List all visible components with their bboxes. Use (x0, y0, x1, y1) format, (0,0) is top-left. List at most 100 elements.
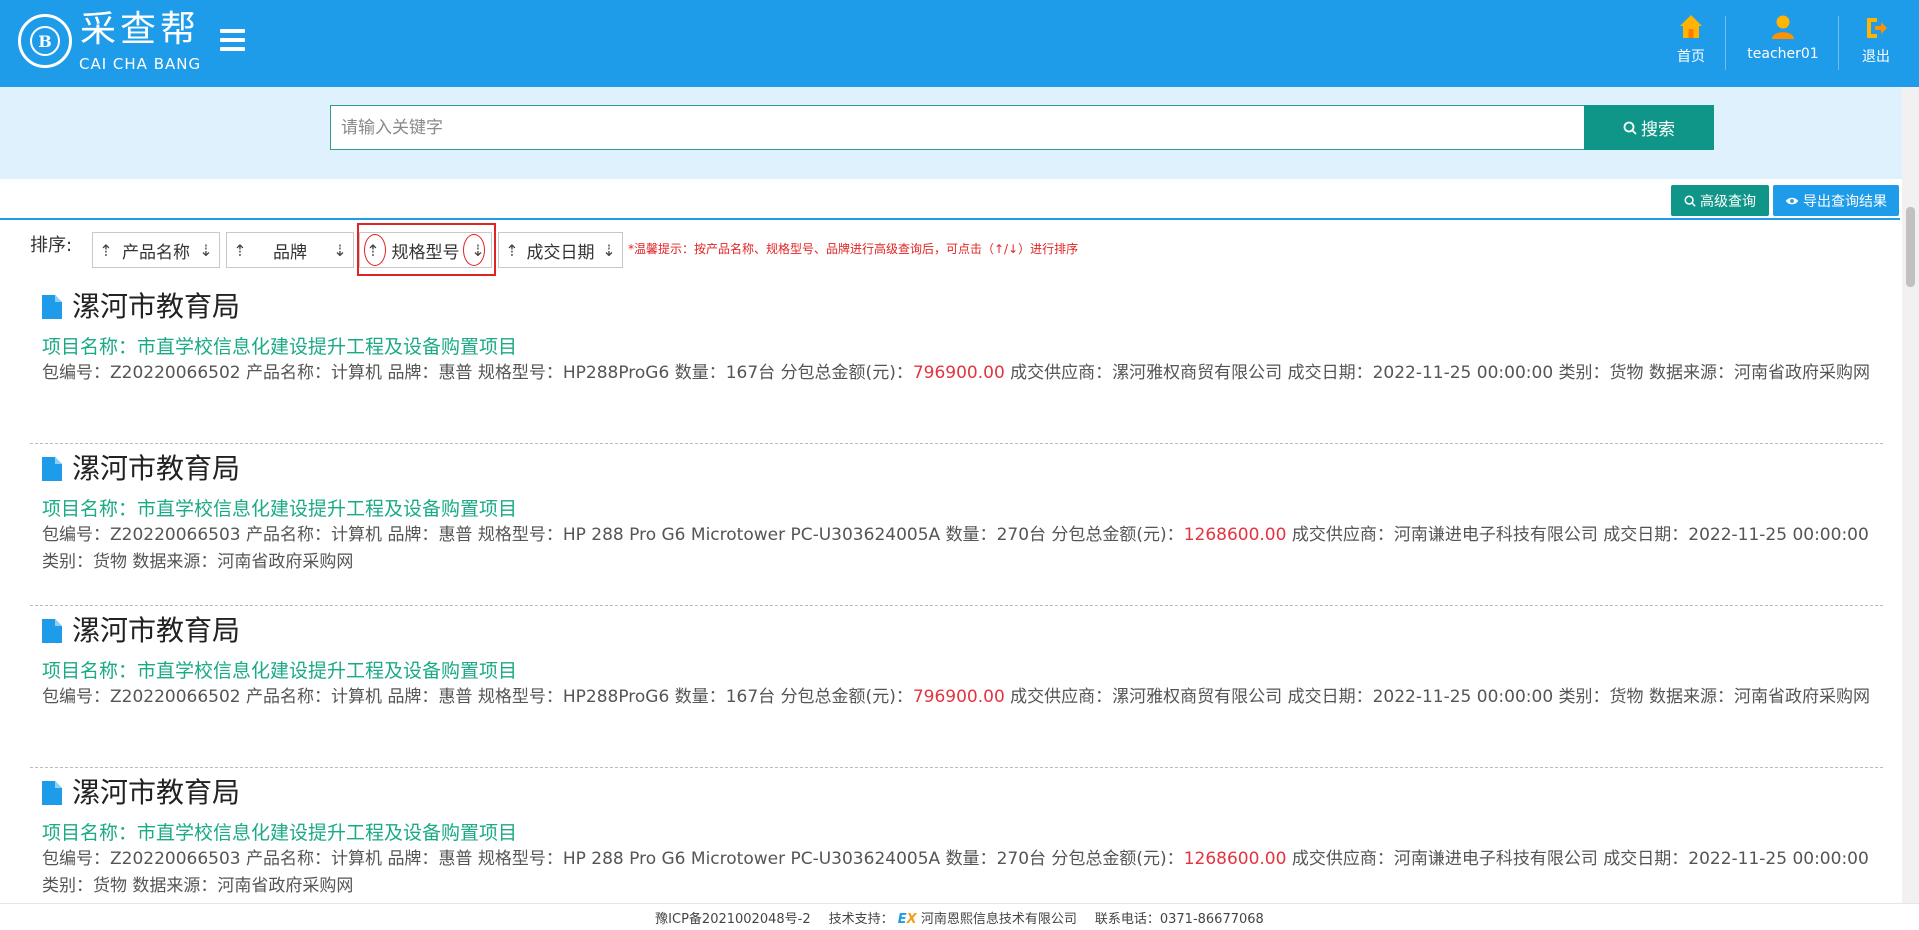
model-label: 规格型号： (477, 525, 563, 545)
product-name: 计算机 (331, 849, 383, 869)
package-no: Z20220066503 (110, 525, 241, 545)
result-item[interactable]: 漯河市教育局 项目名称：市直学校信息化建设提升工程及设备购置项目 包编号：Z2022… (30, 444, 1883, 606)
scrollbar-thumb[interactable] (1906, 207, 1915, 287)
quantity-label: 数量： (945, 849, 997, 869)
sort-asc-arrow-icon[interactable]: ⇡ (366, 241, 380, 260)
search-button-label: 搜索 (1641, 120, 1675, 139)
sort-desc-arrow-icon[interactable]: ⇣ (602, 241, 616, 260)
phone-label: 联系电话： (1094, 911, 1160, 927)
search-input[interactable] (330, 105, 1585, 150)
result-title[interactable]: 漯河市教育局 (42, 774, 1873, 812)
search-button[interactable]: 搜索 (1584, 105, 1714, 150)
result-item[interactable]: 漯河市教育局项目名称：市直学校信息化建设提升工程及设备购置项目 包编号：Z2022… (30, 282, 1883, 444)
project-name: 市直学校信息化建设提升工程及设备购置项目 (137, 336, 518, 358)
logout-icon (1867, 18, 1887, 38)
sort-field-label: 规格型号 (391, 242, 460, 263)
product-label: 产品名称： (246, 687, 332, 707)
source-label: 数据来源： (1648, 687, 1734, 707)
sort-asc-arrow-icon[interactable]: ⇡ (505, 241, 519, 260)
result-title[interactable]: 漯河市教育局 (42, 450, 1873, 488)
result-details: 包编号：Z20220066503 产品名称：计算机 品牌：惠普 规格型号：HP … (42, 522, 1873, 576)
supplier-name: 漯河雅权商贸有限公司 (1112, 363, 1283, 383)
project-line[interactable]: 项目名称：市直学校信息化建设提升工程及设备购置项目 (42, 820, 1873, 846)
company-logo-x: X (906, 911, 917, 927)
category-value: 货物 (1609, 363, 1644, 383)
brand-label: 品牌： (387, 687, 439, 707)
nav-logout-label: 退出 (1862, 49, 1890, 65)
amount-label: 分包总金额(元)： (1051, 849, 1184, 869)
document-icon (42, 781, 62, 805)
source-label: 数据来源： (132, 876, 218, 896)
amount-label: 分包总金额(元)： (780, 363, 913, 383)
sort-desc-arrow-icon[interactable]: ⇣ (333, 241, 347, 260)
supplier-label: 成交供应商： (1010, 687, 1113, 707)
package-no-label: 包编号： (42, 525, 110, 545)
sort-desc-arrow-icon[interactable]: ⇣ (471, 241, 485, 260)
icp-number[interactable]: 豫ICP备2021002048号-2 (655, 908, 810, 927)
sort-asc-arrow-icon[interactable]: ⇡ (233, 241, 247, 260)
amount-value: 1268600.00 (1183, 849, 1287, 869)
tech-support: 技术支持： EX 河南恩熙信息技术有限公司 (829, 908, 1077, 927)
sort-asc-arrow-icon[interactable]: ⇡ (99, 241, 113, 260)
quantity-label: 数量： (674, 687, 726, 707)
nav-home[interactable]: 首页 (1668, 14, 1714, 72)
home-icon (1680, 15, 1702, 38)
data-source: 河南省政府采购网 (217, 552, 354, 572)
project-name: 市直学校信息化建设提升工程及设备购置项目 (137, 498, 518, 520)
company-logo-e: E (897, 911, 907, 927)
product-name: 计算机 (331, 363, 383, 383)
project-line[interactable]: 项目名称：市直学校信息化建设提升工程及设备购置项目 (42, 334, 1873, 360)
quantity-value: 270台 (996, 849, 1047, 869)
brand-name: 惠普 (438, 525, 473, 545)
sort-product-name: ⇡ 产品名称 ⇣ (92, 232, 220, 268)
nav-user[interactable]: teacher01 (1738, 14, 1828, 72)
amount-label: 分包总金额(元)： (780, 687, 913, 707)
result-item[interactable]: 漯河市教育局 项目名称：市直学校信息化建设提升工程及设备购置项目 包编号：Z2022… (30, 606, 1883, 768)
result-title[interactable]: 漯河市教育局 (42, 612, 1873, 650)
nav-home-label: 首页 (1677, 49, 1705, 65)
nav-logout[interactable]: 退出 (1856, 14, 1896, 72)
results-list: 漯河市教育局 项目名称：市直学校信息化建设提升工程及设备购置项目 包编号：Z2022… (30, 282, 1883, 930)
project-label: 项目名称： (42, 498, 138, 520)
product-name: 计算机 (331, 525, 383, 545)
deal-date: 2022-11-25 00:00:00 (1688, 525, 1869, 545)
project-label: 项目名称： (42, 336, 138, 358)
category-label: 类别： (1558, 363, 1610, 383)
result-details: 包编号：Z20220066502 产品名称：计算机 品牌：惠普 规格型号：HP2… (42, 360, 1873, 387)
brand-name-en: CAI CHA BANG (79, 55, 202, 73)
project-label: 项目名称： (42, 822, 138, 844)
result-title[interactable]: 漯河市教育局 (42, 288, 1873, 326)
menu-toggle-icon[interactable] (220, 29, 245, 51)
tech-support-label: 技术支持： (828, 911, 894, 927)
supplier-label: 成交供应商： (1291, 849, 1394, 869)
advanced-search-button[interactable]: 高级查询 (1671, 185, 1769, 216)
data-source: 河南省政府采购网 (1733, 363, 1870, 383)
sort-tip: *温馨提示：按产品名称、规格型号、品牌进行高级查询后，可点击（↑/↓）进行排序 (628, 242, 1079, 256)
project-line[interactable]: 项目名称：市直学校信息化建设提升工程及设备购置项目 (42, 658, 1873, 684)
project-line[interactable]: 项目名称：市直学校信息化建设提升工程及设备购置项目 (42, 496, 1873, 522)
sort-desc-arrow-icon[interactable]: ⇣ (199, 241, 213, 260)
user-icon (1772, 15, 1794, 39)
model-label: 规格型号： (477, 687, 563, 707)
supplier-name: 漯河雅权商贸有限公司 (1112, 687, 1283, 707)
data-source: 河南省政府采购网 (217, 876, 354, 896)
supplier-name: 河南谦进电子科技有限公司 (1393, 525, 1598, 545)
date-label: 成交日期： (1287, 687, 1373, 707)
export-results-label: 导出查询结果 (1803, 192, 1887, 209)
project-name: 市直学校信息化建设提升工程及设备购置项目 (137, 660, 518, 682)
document-icon (42, 457, 62, 481)
brand-label: 品牌： (387, 849, 439, 869)
export-results-button[interactable]: 导出查询结果 (1773, 185, 1899, 216)
page-scrollbar[interactable] (1902, 87, 1919, 903)
document-icon (42, 295, 62, 319)
eye-icon (1785, 197, 1799, 204)
amount-label: 分包总金额(元)： (1051, 525, 1184, 545)
model-value: HP 288 Pro G6 Microtower PC-U303624005A (562, 525, 941, 545)
category-value: 货物 (93, 876, 127, 896)
date-label: 成交日期： (1603, 525, 1689, 545)
data-source: 河南省政府采购网 (1733, 687, 1870, 707)
category-label: 类别： (42, 876, 93, 896)
supplier-name: 河南谦进电子科技有限公司 (1393, 849, 1598, 869)
category-value: 货物 (1609, 687, 1644, 707)
category-value: 货物 (93, 552, 127, 572)
